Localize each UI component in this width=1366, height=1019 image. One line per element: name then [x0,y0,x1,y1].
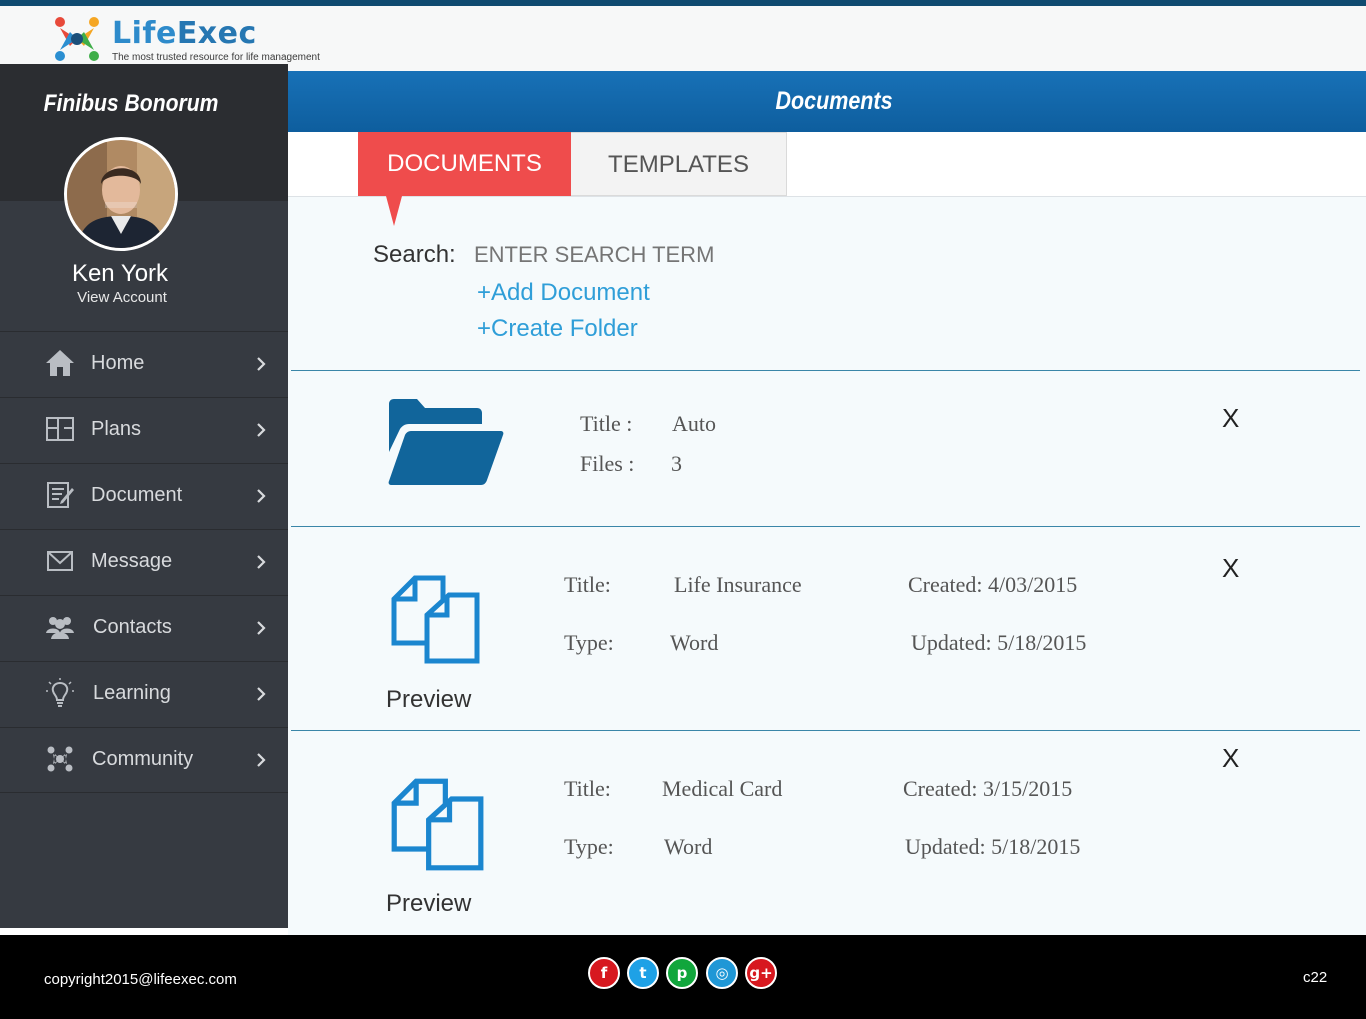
chevron-right-icon [257,357,266,371]
app-header: LifeExec The most trusted resource for l… [0,6,1366,71]
sidebar-item-label: Document [91,484,183,506]
documents-icon[interactable] [389,573,481,665]
doc-title-value: Medical Card [662,776,783,801]
doc-type-label: Type: [564,630,614,655]
footer: copyright2015@lifeexec.com f t p ◎ g+ c2… [0,935,1366,1019]
chevron-right-icon [257,489,266,503]
sidebar-item-label: Message [91,550,173,572]
row-divider [291,370,1360,371]
tab-documents[interactable]: DOCUMENTS [358,132,571,196]
logo-tagline: The most trusted resource for life manag… [112,52,320,63]
search-input[interactable] [474,239,794,271]
twitter-icon[interactable]: t [627,957,659,989]
doc-type-label: Type: [564,834,614,859]
preview-link[interactable]: Preview [386,686,471,714]
row-divider [291,730,1360,731]
document-close-button[interactable]: X [1222,743,1239,774]
facebook-icon[interactable]: f [588,957,620,989]
doc-updated: Updated: 5/18/2015 [911,630,1087,655]
doc-title-value: Life Insurance [674,572,802,597]
sidebar-brand: Finibus Bonorum [43,90,219,117]
page-title: Documents [775,87,893,115]
sidebar-item-message[interactable]: Message [0,529,288,595]
doc-title-label: Title: [564,572,611,597]
plans-icon [46,417,74,441]
sidebar-item-document[interactable]: Document [0,463,288,529]
chevron-right-icon [257,621,266,635]
doc-title-label: Title: [564,776,611,801]
search-label: Search: [373,241,456,268]
avatar-photo [67,140,175,248]
sidebar-item-label: Plans [91,418,142,440]
documents-icon[interactable] [389,776,485,872]
lifeexec-logo[interactable]: LifeExec The most trusted resource for l… [48,10,348,68]
view-account-link[interactable]: View Account [0,289,244,306]
chevron-right-icon [257,753,266,767]
logo-name: LifeExec [112,16,257,51]
page-title-bar: Documents [288,71,1366,132]
add-document-link[interactable]: +Add Document [477,279,650,307]
folder-icon[interactable] [387,398,505,486]
sidebar-item-learning[interactable]: Learning [0,661,288,727]
create-folder-link[interactable]: +Create Folder [477,315,638,343]
active-tab-pointer [386,196,402,226]
folder-files-label: Files : [580,451,635,476]
logo-name-exec: Exec [176,16,257,51]
instagram-icon[interactable]: ◎ [706,957,738,989]
folder-close-button[interactable]: X [1222,403,1239,434]
home-icon [46,350,74,376]
chevron-right-icon [257,555,266,569]
chevron-right-icon [257,423,266,437]
footer-code: c22 [1303,969,1328,986]
folder-title-value: Auto [672,411,716,436]
tab-bar: DOCUMENTS TEMPLATES [288,132,1366,197]
preview-link[interactable]: Preview [386,890,471,918]
sidebar-item-label: Contacts [93,616,172,638]
row-divider [291,526,1360,527]
sidebar-item-label: Community [92,748,194,770]
folder-files-value: 3 [671,451,682,476]
sidebar-item-label: Learning [93,682,171,704]
chevron-right-icon [257,687,266,701]
community-icon [47,746,73,772]
tab-templates[interactable]: TEMPLATES [571,132,787,196]
doc-created: Created: 3/15/2015 [903,776,1073,801]
document-icon [47,482,74,508]
message-icon [47,551,73,571]
pinterest-icon[interactable]: p [666,957,698,989]
document-close-button[interactable]: X [1222,553,1239,584]
sidebar-item-label: Home [91,352,145,374]
learning-icon [46,678,74,707]
doc-type-value: Word [664,834,713,859]
doc-type-value: Word [670,630,719,655]
sidebar-item-plans[interactable]: Plans [0,397,288,463]
google-plus-icon[interactable]: g+ [745,957,777,989]
main-content: Documents DOCUMENTS TEMPLATES Search: +A… [288,71,1366,935]
logo-icon [55,17,99,61]
sidebar-nav: Home Plans Document Message Contacts Lea… [0,331,288,793]
sidebar-item-contacts[interactable]: Contacts [0,595,288,661]
sidebar: Finibus Bonorum Ken York View Account Ho… [0,64,288,928]
avatar[interactable] [64,137,178,251]
doc-created: Created: 4/03/2015 [908,572,1078,597]
doc-updated: Updated: 5/18/2015 [905,834,1081,859]
contacts-icon [46,617,74,639]
sidebar-item-community[interactable]: Community [0,727,288,793]
user-name: Ken York [71,260,169,287]
copyright-text: copyright2015@lifeexec.com [44,971,237,988]
logo-name-life: Life [112,16,177,51]
sidebar-item-home[interactable]: Home [0,331,288,397]
folder-title-label: Title : [580,411,633,436]
